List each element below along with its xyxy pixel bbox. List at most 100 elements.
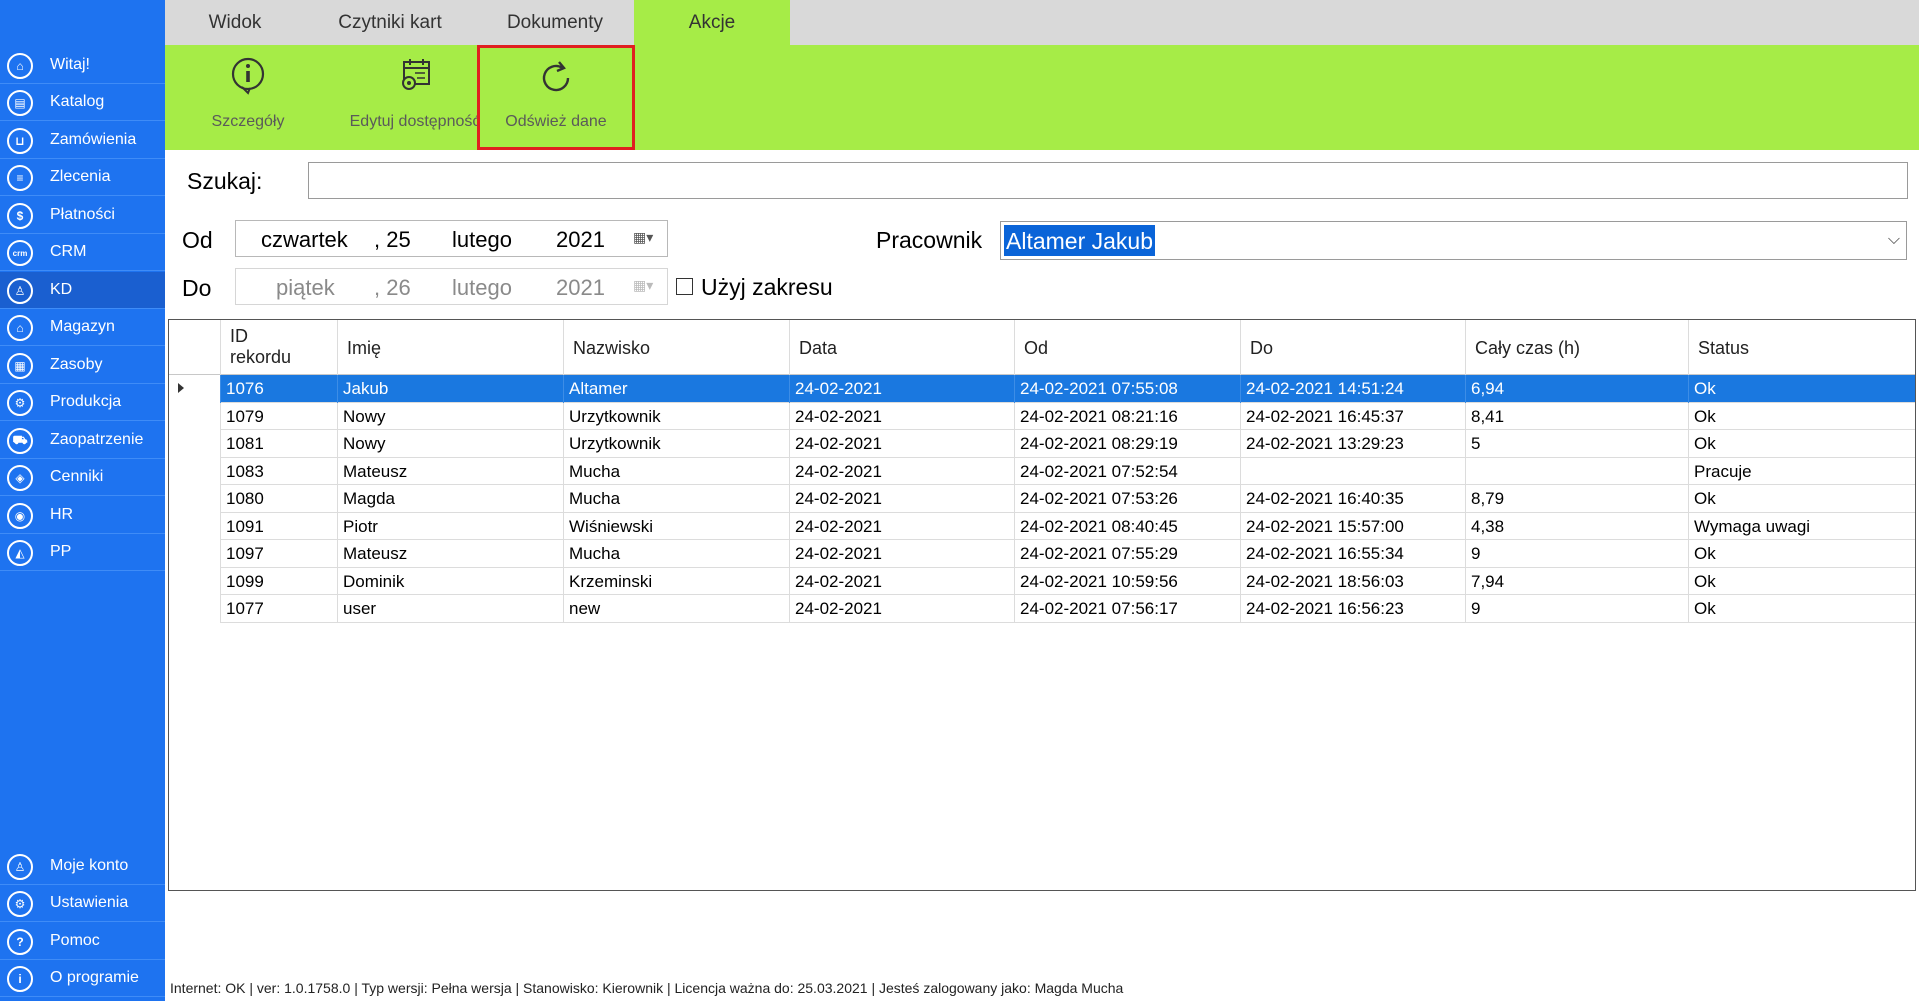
- tab-akcje[interactable]: Akcje: [634, 0, 790, 45]
- cell-from: 24-02-2021 07:53:26: [1014, 485, 1240, 513]
- table-row[interactable]: 1076 Jakub Altamer 24-02-2021 24-02-2021 07:…: [169, 375, 1915, 403]
- sidebar-item-witaj-[interactable]: ⌂ Witaj!: [0, 47, 165, 83]
- sidebar-item-zaopatrzenie[interactable]: ⛟ Zaopatrzenie: [0, 422, 165, 458]
- column-header-last-name[interactable]: Nazwisko: [563, 320, 789, 375]
- row-header[interactable]: [169, 567, 220, 595]
- sidebar-divider: [0, 570, 165, 571]
- sidebar-item-kd[interactable]: ♙ KD: [0, 272, 165, 308]
- cell-to: 24-02-2021 16:56:23: [1240, 595, 1465, 623]
- calendar-gear-icon: [393, 53, 437, 97]
- cell-total-time: [1465, 457, 1688, 485]
- sidebar-item-label: Zaopatrzenie: [50, 431, 144, 448]
- cell-total-time: 7,94: [1465, 567, 1688, 595]
- cell-first-name: Dominik: [337, 567, 563, 595]
- tab-widok[interactable]: Widok: [165, 0, 305, 45]
- row-header[interactable]: [169, 540, 220, 568]
- tab-dokumenty[interactable]: Dokumenty: [475, 0, 635, 45]
- table-row[interactable]: 1097 Mateusz Mucha 24-02-2021 24-02-2021 07:…: [169, 540, 1915, 568]
- row-header[interactable]: [169, 402, 220, 430]
- sidebar-item-ustawienia[interactable]: ⚙ Ustawienia: [0, 885, 165, 921]
- crm-icon: crm: [7, 240, 33, 266]
- row-header[interactable]: [169, 595, 220, 623]
- cell-first-name: Magda: [337, 485, 563, 513]
- sidebar-item-produkcja[interactable]: ⚙ Produkcja: [0, 384, 165, 420]
- use-range-checkbox[interactable]: [676, 278, 693, 295]
- cell-to: 24-02-2021 18:56:03: [1240, 567, 1465, 595]
- date-to-picker[interactable]: piątek , 26 lutego 2021 ▦▾: [235, 268, 668, 305]
- refresh-button[interactable]: Odśwież dane: [477, 45, 635, 150]
- cell-id: 1079: [220, 402, 337, 430]
- cell-first-name: user: [337, 595, 563, 623]
- cell-to: 24-02-2021 14:51:24: [1240, 375, 1465, 403]
- table-row[interactable]: 1091 Piotr Wiśniewski 24-02-2021 24-02-2021 …: [169, 512, 1915, 540]
- records-table[interactable]: ID rekordu Imię Nazwisko Data Od Do Cały …: [168, 319, 1916, 891]
- sidebar-item-magazyn[interactable]: ⌂ Magazyn: [0, 309, 165, 345]
- cell-first-name: Piotr: [337, 512, 563, 540]
- account-icon: ♙: [7, 854, 33, 880]
- calendar-dropdown-icon[interactable]: ▦▾: [633, 229, 659, 249]
- employee-select[interactable]: Altamer Jakub ⌵: [1000, 221, 1907, 260]
- sidebar-item-płatności[interactable]: $ Płatności: [0, 197, 165, 233]
- sidebar-item-cenniki[interactable]: ◈ Cenniki: [0, 459, 165, 495]
- column-header-id[interactable]: ID rekordu: [220, 320, 337, 375]
- sidebar-item-pomoc[interactable]: ? Pomoc: [0, 923, 165, 959]
- cell-date: 24-02-2021: [789, 595, 1014, 623]
- row-header[interactable]: [169, 485, 220, 513]
- sidebar-item-zamówienia[interactable]: ⊔ Zamówienia: [0, 122, 165, 158]
- truck-icon: ⛟: [7, 428, 33, 454]
- chevron-down-icon[interactable]: ⌵: [1888, 231, 1900, 249]
- details-button[interactable]: Szczegóły: [203, 45, 293, 150]
- sidebar-item-pp[interactable]: ◭ PP: [0, 534, 165, 570]
- sidebar-item-hr[interactable]: ◉ HR: [0, 497, 165, 533]
- sidebar-item-label: Zamówienia: [50, 131, 137, 148]
- cell-first-name: Mateusz: [337, 457, 563, 485]
- sidebar-item-o-programie[interactable]: i O programie: [0, 960, 165, 996]
- cell-to: 24-02-2021 13:29:23: [1240, 430, 1465, 458]
- table-row[interactable]: 1077 user new 24-02-2021 24-02-2021 07:56:17…: [169, 595, 1915, 623]
- settings-icon: ⚙: [7, 891, 33, 917]
- cell-from: 24-02-2021 07:55:08: [1014, 375, 1240, 403]
- cell-date: 24-02-2021: [789, 540, 1014, 568]
- table-row[interactable]: 1083 Mateusz Mucha 24-02-2021 24-02-2021 07:…: [169, 457, 1915, 485]
- cell-from: 24-02-2021 08:29:19: [1014, 430, 1240, 458]
- date-from-label: Od: [182, 227, 213, 253]
- column-header-status[interactable]: Status: [1688, 320, 1915, 375]
- column-header-first-name[interactable]: Imię: [337, 320, 563, 375]
- sidebar-item-label: O programie: [50, 969, 139, 986]
- sidebar-item-label: KD: [50, 281, 73, 298]
- sidebar-item-crm[interactable]: crm CRM: [0, 234, 165, 270]
- column-header-from[interactable]: Od: [1014, 320, 1240, 375]
- cell-from: 24-02-2021 07:56:17: [1014, 595, 1240, 623]
- table-row[interactable]: 1099 Dominik Krzeminski 24-02-2021 24-02-202…: [169, 567, 1915, 595]
- hr-icon: ◉: [7, 503, 33, 529]
- table-row[interactable]: 1081 Nowy Urzytkownik 24-02-2021 24-02-2021 …: [169, 430, 1915, 458]
- calendar-dropdown-icon[interactable]: ▦▾: [633, 277, 659, 297]
- row-header[interactable]: [169, 512, 220, 540]
- sidebar-item-zasoby[interactable]: ▦ Zasoby: [0, 347, 165, 383]
- search-input[interactable]: [308, 162, 1908, 199]
- sidebar-item-moje-konto[interactable]: ♙ Moje konto: [0, 848, 165, 884]
- column-header-date[interactable]: Data: [789, 320, 1014, 375]
- cell-to: [1240, 457, 1465, 485]
- cell-last-name: Urzytkownik: [563, 430, 789, 458]
- table-row[interactable]: 1079 Nowy Urzytkownik 24-02-2021 24-02-2021 …: [169, 402, 1915, 430]
- column-header-total-time[interactable]: Cały czas (h): [1465, 320, 1688, 375]
- row-header[interactable]: [169, 375, 220, 403]
- tab-czytniki-kart[interactable]: Czytniki kart: [305, 0, 475, 45]
- sidebar-item-katalog[interactable]: ▤ Katalog: [0, 84, 165, 120]
- cell-id: 1076: [220, 375, 337, 403]
- row-header[interactable]: [169, 430, 220, 458]
- date-from-year: 2021: [556, 227, 605, 252]
- home-icon: ⌂: [7, 53, 33, 79]
- cell-date: 24-02-2021: [789, 567, 1014, 595]
- row-header[interactable]: [169, 457, 220, 485]
- table-row[interactable]: 1080 Magda Mucha 24-02-2021 24-02-2021 07:53…: [169, 485, 1915, 513]
- sidebar-item-label: Płatności: [50, 206, 115, 223]
- date-from-picker[interactable]: czwartek , 25 lutego 2021 ▦▾: [235, 220, 668, 257]
- cell-last-name: Wiśniewski: [563, 512, 789, 540]
- sidebar-divider: [0, 120, 165, 121]
- cell-id: 1080: [220, 485, 337, 513]
- sidebar-item-zlecenia[interactable]: ≡ Zlecenia: [0, 159, 165, 195]
- column-header-to[interactable]: Do: [1240, 320, 1465, 375]
- date-from-day: , 25: [374, 227, 411, 252]
